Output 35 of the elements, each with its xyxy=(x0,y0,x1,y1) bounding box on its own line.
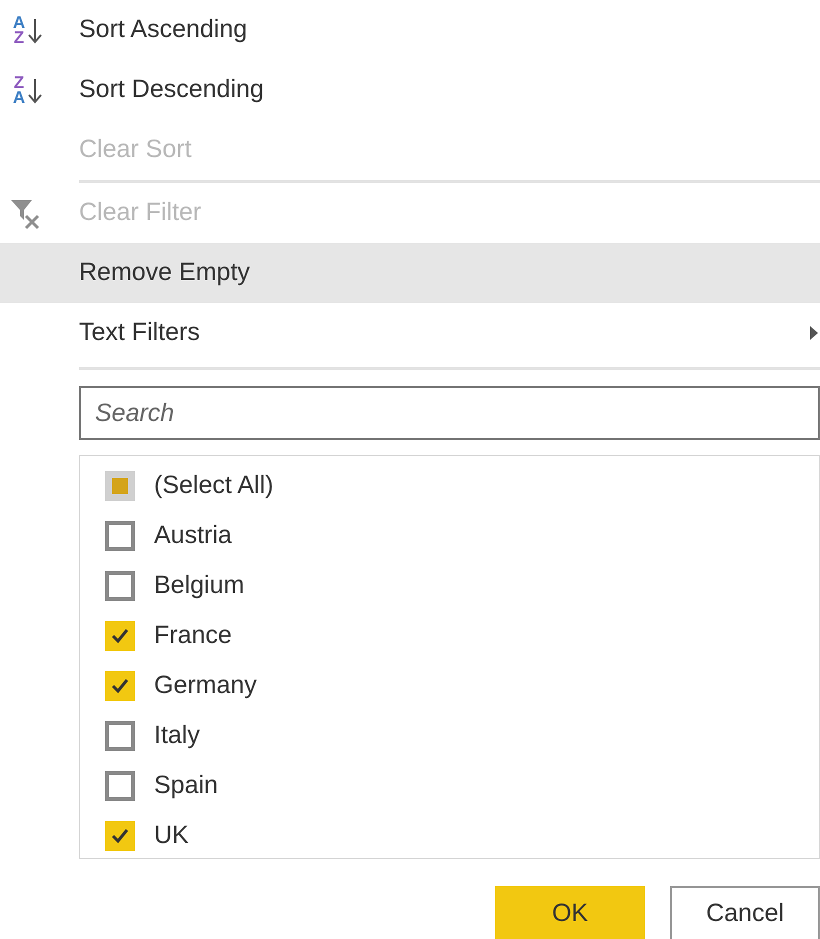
menu-item[interactable]: A Z Sort Ascending xyxy=(0,0,820,60)
menu-item[interactable]: Remove Empty xyxy=(0,243,820,303)
checkbox[interactable] xyxy=(105,771,135,801)
value-label: France xyxy=(154,620,232,652)
value-row[interactable]: Italy xyxy=(80,711,819,761)
checkbox[interactable] xyxy=(105,721,135,751)
value-row[interactable]: Germany xyxy=(80,661,819,711)
value-label: (Select All) xyxy=(154,470,274,502)
check-icon xyxy=(110,676,130,696)
value-label: Spain xyxy=(154,770,218,802)
checkbox[interactable] xyxy=(105,471,135,501)
value-label: UK xyxy=(154,820,189,852)
check-icon xyxy=(110,626,130,646)
value-row[interactable]: Austria xyxy=(80,511,819,561)
value-label: Austria xyxy=(154,520,232,552)
menu-item[interactable]: Text Filters xyxy=(0,303,820,363)
value-label: Belgium xyxy=(154,570,244,602)
value-row[interactable]: France xyxy=(80,611,819,661)
value-label: Germany xyxy=(154,670,257,702)
value-label: Italy xyxy=(154,720,200,752)
cancel-button[interactable]: Cancel xyxy=(670,886,820,939)
value-row[interactable]: (Select All) xyxy=(80,461,819,511)
checkbox[interactable] xyxy=(105,671,135,701)
search-field[interactable]: Search xyxy=(79,386,820,440)
checkbox[interactable] xyxy=(105,521,135,551)
submenu-arrow-icon xyxy=(810,326,818,340)
value-row[interactable]: Belgium xyxy=(80,561,819,611)
checkbox[interactable] xyxy=(105,621,135,651)
checkbox[interactable] xyxy=(105,571,135,601)
value-row[interactable]: Spain xyxy=(80,761,819,811)
menu-item[interactable]: Z A Sort Descending xyxy=(0,60,820,120)
ok-button[interactable]: OK xyxy=(495,886,645,939)
check-icon xyxy=(110,826,130,846)
value-row[interactable]: UK xyxy=(80,811,819,861)
checkbox[interactable] xyxy=(105,821,135,851)
